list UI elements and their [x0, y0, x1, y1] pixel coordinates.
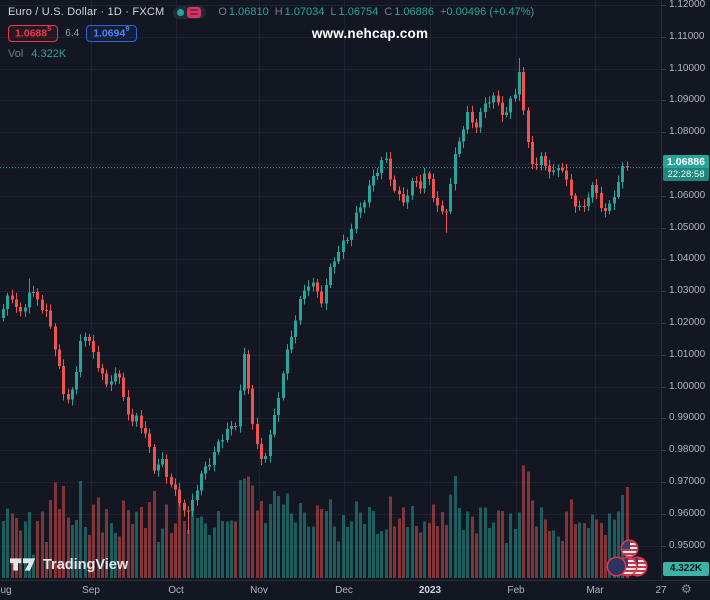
grid-layer — [0, 0, 661, 580]
spread-value: 6.4 — [65, 28, 80, 39]
price-tick-label: 1.06000 — [669, 189, 706, 201]
price-tick-mark — [662, 482, 666, 483]
price-tick-mark — [662, 323, 666, 324]
ohlc-letter: O — [218, 6, 227, 18]
time-tick-label: 2023 — [418, 585, 442, 596]
ohlc-letter: C — [384, 6, 393, 18]
chart-canvas[interactable]: www.nehcap.com Euro / U.S. Dollar · 1D ·… — [0, 0, 661, 580]
price-tick-label: 0.98000 — [669, 444, 706, 456]
price-tick-label: 1.10000 — [669, 62, 706, 74]
ask-button[interactable]: 1.06949 — [86, 25, 137, 42]
price-tick-label: 1.12000 — [669, 0, 706, 10]
ohlc-value: 1.07034 — [284, 6, 325, 18]
price-tick-mark — [662, 545, 666, 547]
price-tick-mark — [662, 418, 666, 420]
buy-dot-icon — [177, 8, 185, 16]
price-tick-mark — [662, 132, 666, 134]
price-tick-mark — [662, 68, 666, 70]
ohlc-value: 1.06886 — [394, 6, 435, 18]
time-tick-label: ug — [0, 585, 12, 596]
price-tick-mark — [662, 195, 666, 197]
ohlc-values: O 1.06810 H 1.07034 L 1.06754 C 1.06886 +0.00496… — [218, 6, 534, 18]
ohlc-value: 1.06754 — [338, 6, 379, 18]
bar-countdown: 22:28:58 — [663, 167, 709, 181]
symbol-title[interactable]: Euro / U.S. Dollar · 1D · FXCM — [8, 6, 164, 18]
last-price-value: 1.06886 — [667, 155, 705, 168]
ohlc-letter: H — [274, 6, 283, 18]
chart-legend: Euro / U.S. Dollar · 1D · FXCM O 1.06810 H… — [8, 4, 534, 60]
sell-pill-icon — [187, 6, 202, 18]
eu-flag-event-icon[interactable] — [608, 558, 625, 575]
us-flag-event-icon[interactable] — [622, 541, 637, 556]
price-tick-mark — [662, 259, 666, 261]
price-tick-label: 1.03000 — [669, 285, 706, 297]
tradingview-logo-icon — [10, 558, 36, 571]
price-tick-mark — [662, 227, 666, 229]
legend-row-volume: Vol 4.322K — [8, 48, 534, 60]
bid-button[interactable]: 1.06885 — [8, 25, 59, 42]
volume-indicator-label[interactable]: Vol — [8, 48, 23, 60]
time-tick-label: Feb — [507, 585, 525, 596]
price-axis[interactable]: 1.06886 22:28:58 4.322K 1.12000 1.11000 1.… — [661, 0, 710, 580]
price-tick-label: 0.96000 — [669, 507, 706, 519]
legend-row-quotes: 1.06885 6.4 1.06949 — [8, 25, 534, 42]
price-tick-mark — [662, 513, 666, 515]
price-tick-label: 1.11000 — [669, 30, 705, 42]
price-tick-label: 1.05000 — [669, 221, 706, 233]
candles-layer — [2, 58, 629, 535]
time-tick-label: Nov — [250, 585, 268, 596]
volume-indicator-value: 4.322K — [31, 48, 67, 60]
price-tick-mark — [662, 386, 666, 388]
price-tick-label: 1.00000 — [669, 380, 706, 392]
price-tick-label: 0.95000 — [669, 539, 706, 551]
axis-settings-corner: ⚙ — [661, 580, 710, 600]
ohlc-value: 1.06810 — [228, 6, 269, 18]
legend-row-symbol: Euro / U.S. Dollar · 1D · FXCM O 1.06810 H… — [8, 4, 534, 20]
price-tick-label: 1.08000 — [669, 126, 706, 138]
time-tick-label: Oct — [168, 585, 184, 596]
price-tick-label: 0.97000 — [669, 476, 706, 487]
candlestick-chart[interactable] — [0, 0, 661, 580]
time-tick-label: Mar — [586, 585, 604, 596]
tradingview-chart-window: www.nehcap.com Euro / U.S. Dollar · 1D ·… — [0, 0, 710, 600]
price-tick-mark — [662, 291, 666, 293]
last-price-label: 1.06886 22:28:58 — [663, 154, 709, 181]
tradingview-logo-text: TradingView — [43, 556, 129, 573]
time-axis[interactable]: ug Sep Oct Nov Dec 2023 Feb Mar 27 — [0, 580, 710, 600]
price-tick-label: 0.99000 — [669, 412, 706, 424]
volume-axis-label: 4.322K — [663, 562, 709, 576]
price-tick-mark — [662, 36, 666, 38]
price-tick-label: 1.04000 — [669, 253, 706, 265]
tradingview-logo[interactable]: TradingView — [10, 555, 128, 574]
time-tick-label: Dec — [335, 585, 353, 596]
price-tick-mark — [662, 100, 666, 102]
change-value: +0.00496 (+0.47%) — [440, 6, 535, 18]
price-tick-label: 1.02000 — [669, 317, 706, 328]
price-tick-mark — [662, 354, 666, 356]
price-tick-mark — [662, 450, 666, 452]
ohlc-letter: L — [330, 6, 337, 18]
price-tick-label: 1.09000 — [669, 94, 706, 106]
time-tick-label: Sep — [82, 585, 100, 596]
price-tick-mark — [662, 5, 666, 6]
price-tick-label: 1.01000 — [669, 348, 706, 360]
gear-icon[interactable]: ⚙ — [681, 582, 692, 596]
legend-visibility-toggle[interactable] — [173, 5, 207, 19]
